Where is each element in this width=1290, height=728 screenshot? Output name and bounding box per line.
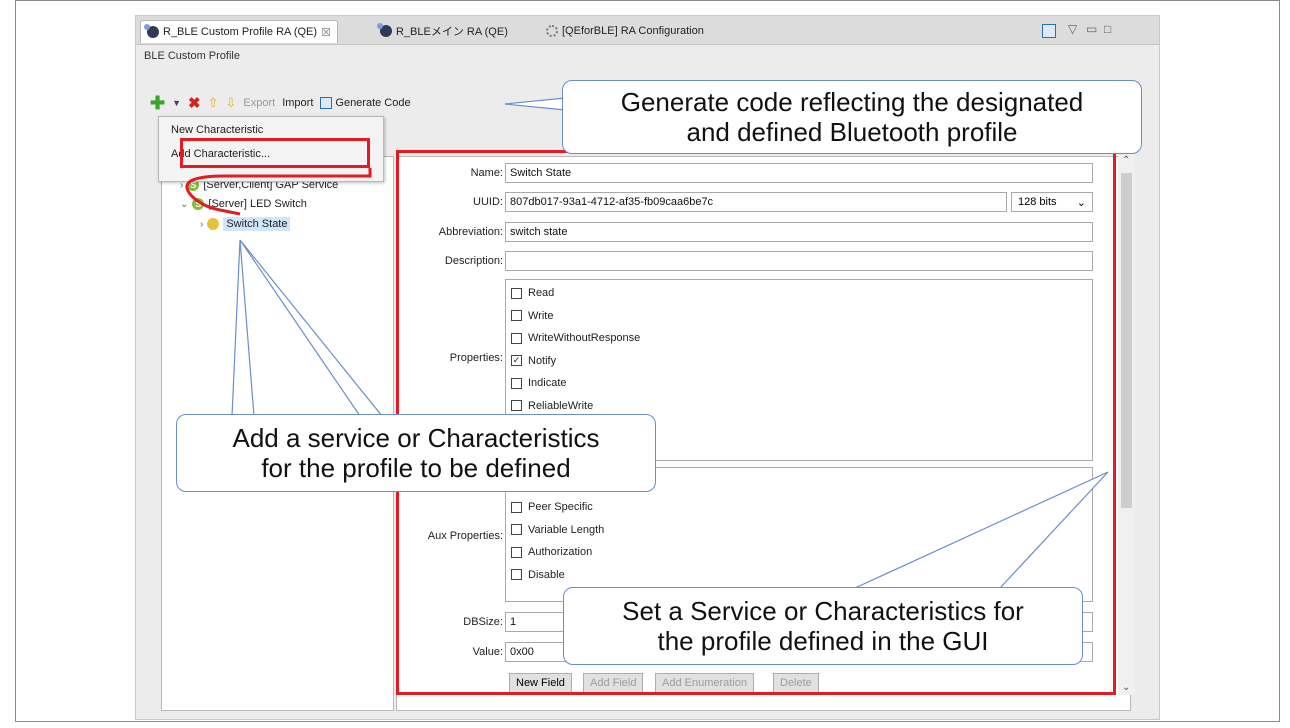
pointer-generate (504, 97, 566, 111)
callout-add: Add a service or Characteristics for the… (176, 414, 656, 492)
pointer-add-2 (239, 239, 383, 417)
pointer-set (854, 471, 1109, 589)
callout-set: Set a Service or Characteristics for the… (563, 587, 1083, 665)
callout-generate: Generate code reflecting the designated … (562, 80, 1142, 154)
callout-line: Set a Service or Characteristics for (622, 596, 1024, 626)
callout-line: the profile defined in the GUI (657, 626, 989, 656)
callout-line: Generate code reflecting the designated (620, 87, 1084, 117)
callout-line: for the profile to be defined (261, 453, 571, 483)
red-connector (185, 168, 372, 216)
callout-line: and defined Bluetooth profile (686, 117, 1018, 147)
callout-line: Add a service or Characteristics (232, 423, 600, 453)
pointer-add (231, 239, 255, 417)
